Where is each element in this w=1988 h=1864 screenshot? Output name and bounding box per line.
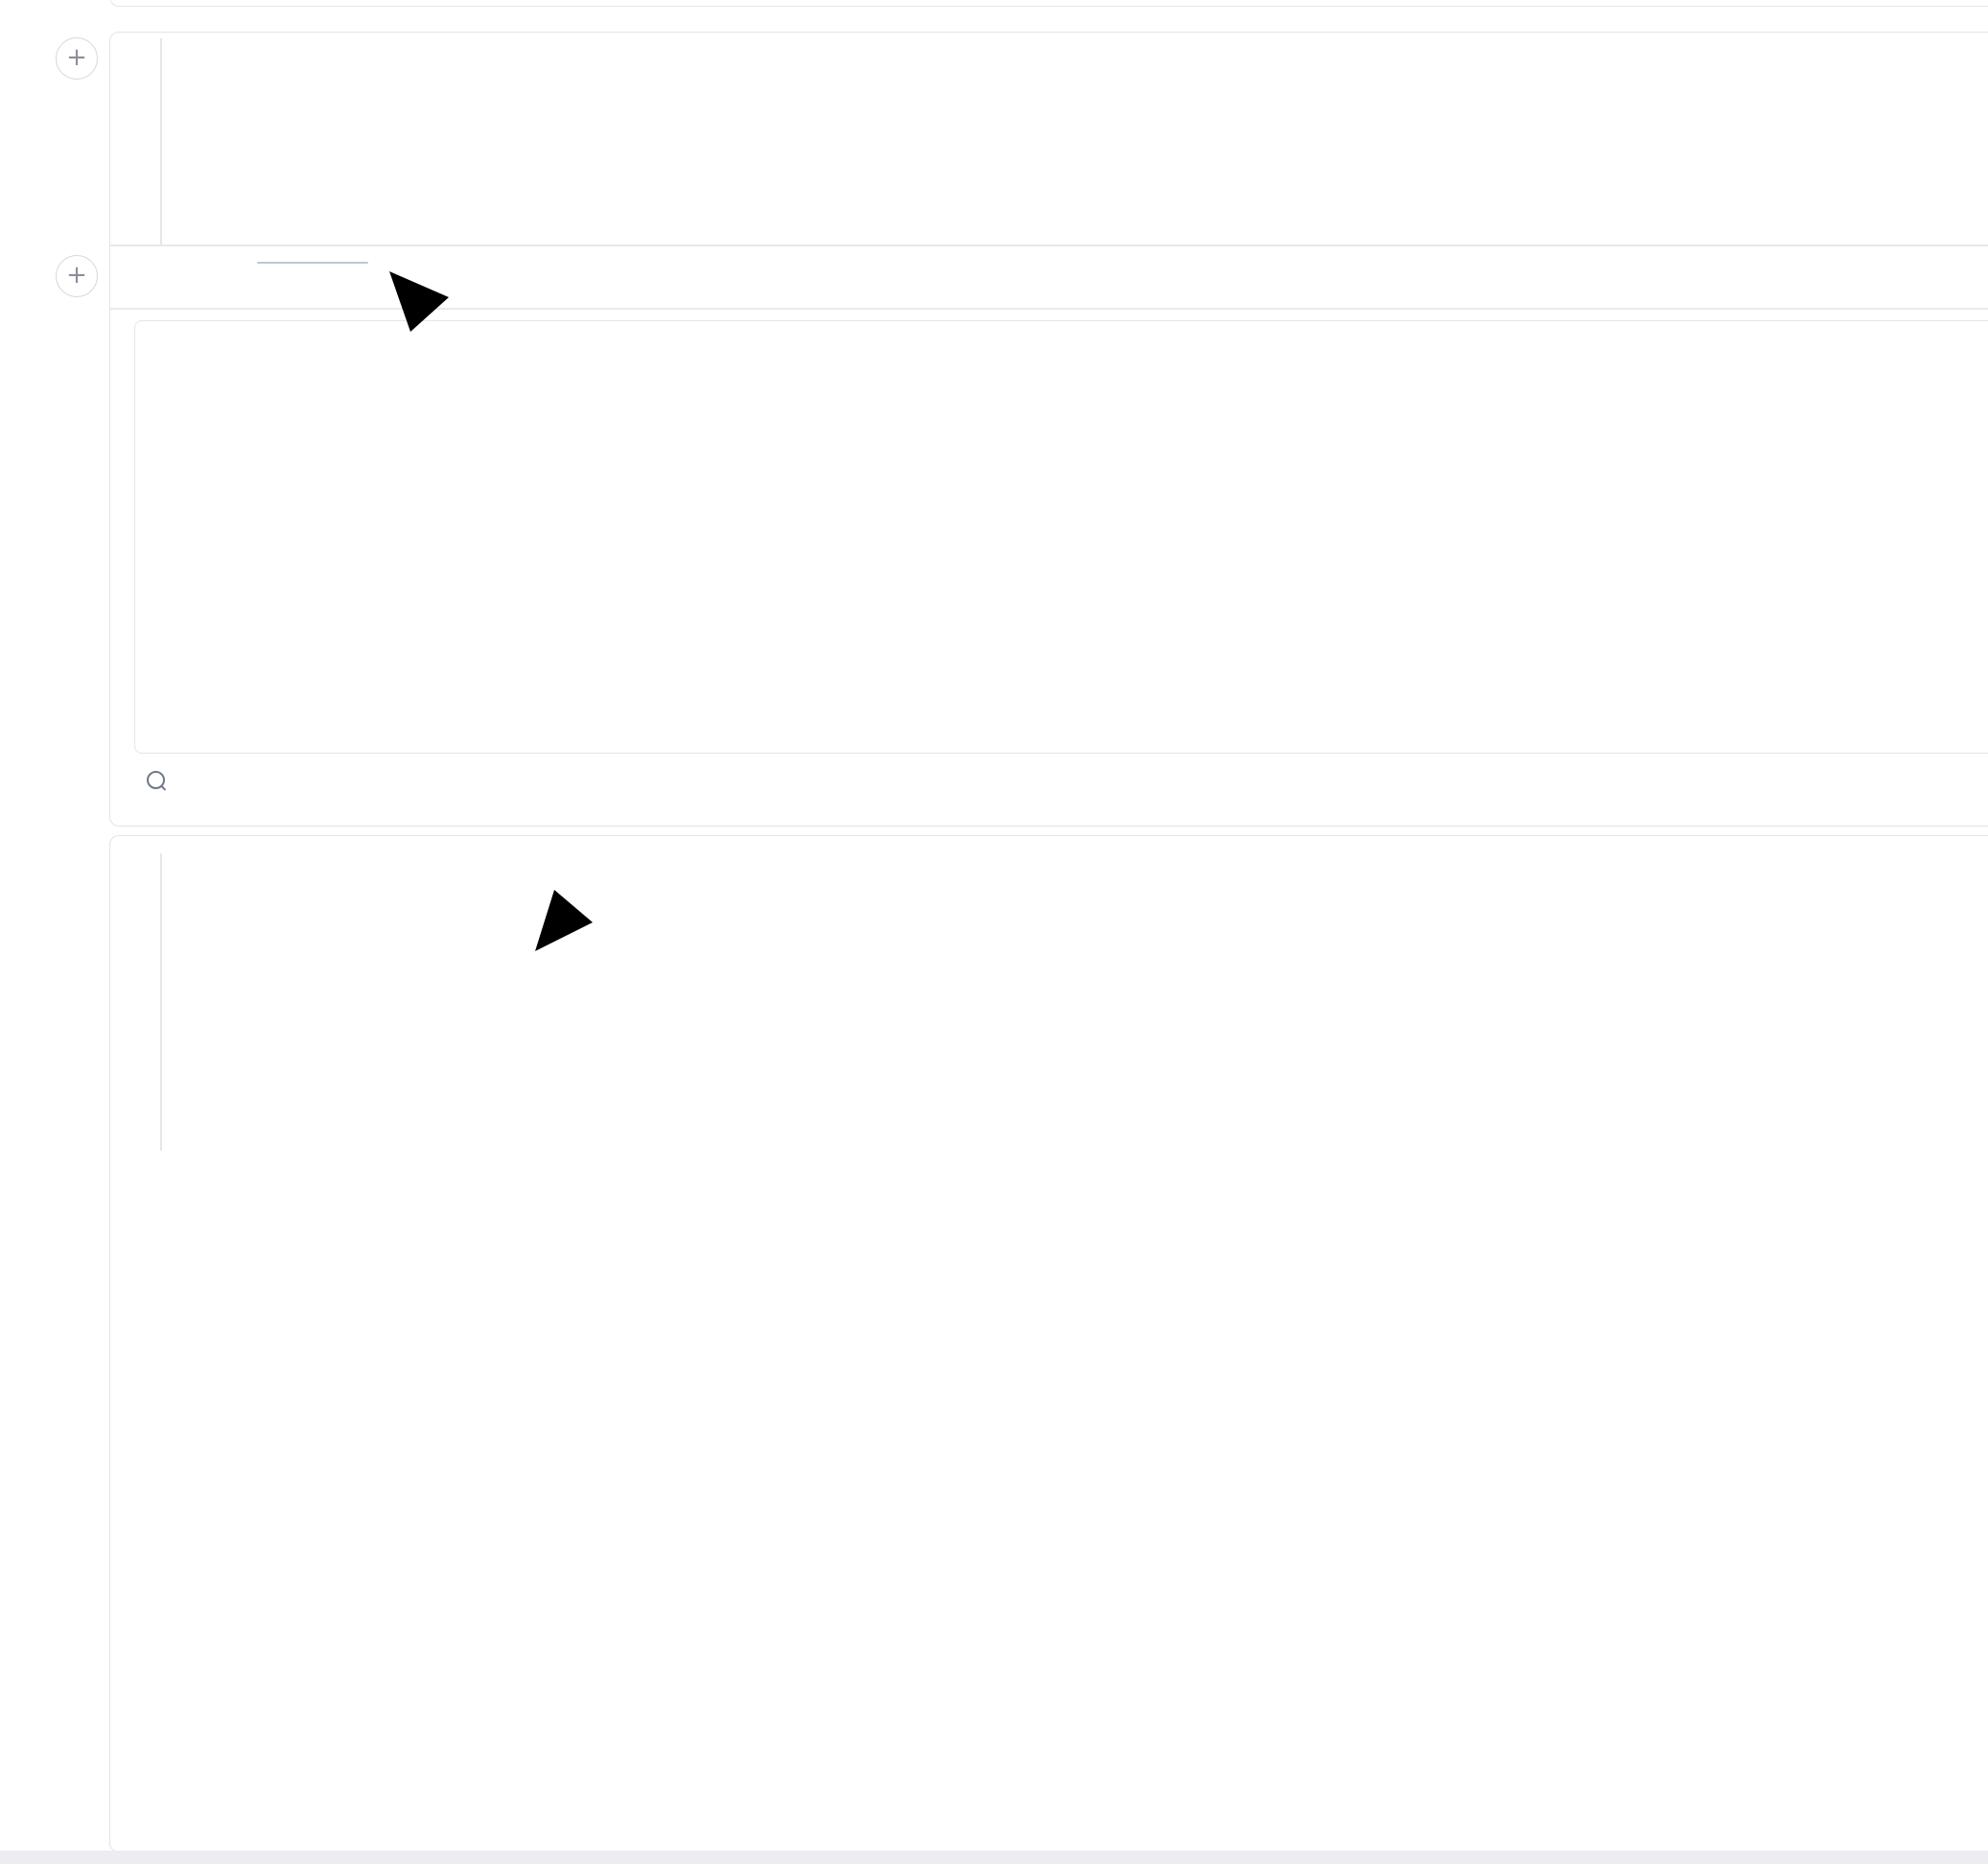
table-body bbox=[135, 513, 1988, 753]
previous-cell-edge bbox=[109, 0, 1988, 7]
python-code-editor[interactable] bbox=[110, 836, 1988, 1151]
page-bottom-strip bbox=[0, 1851, 1988, 1864]
python-cell bbox=[109, 835, 1988, 1852]
gutter-separator bbox=[160, 38, 162, 245]
sql-code-editor[interactable] bbox=[110, 33, 1988, 245]
gutter-separator bbox=[160, 853, 162, 1151]
table-header bbox=[135, 321, 1988, 513]
output-variable-chip[interactable] bbox=[257, 262, 368, 264]
output-variable-bar bbox=[110, 245, 1988, 308]
chart-output bbox=[110, 1153, 1988, 1852]
sql-cell bbox=[109, 32, 1988, 827]
table-preview-card bbox=[134, 320, 1988, 754]
add-cell-button-output[interactable]: + bbox=[56, 255, 98, 297]
add-cell-button-top[interactable]: + bbox=[56, 37, 98, 80]
search-icon[interactable] bbox=[147, 771, 165, 789]
divider bbox=[110, 308, 1988, 310]
